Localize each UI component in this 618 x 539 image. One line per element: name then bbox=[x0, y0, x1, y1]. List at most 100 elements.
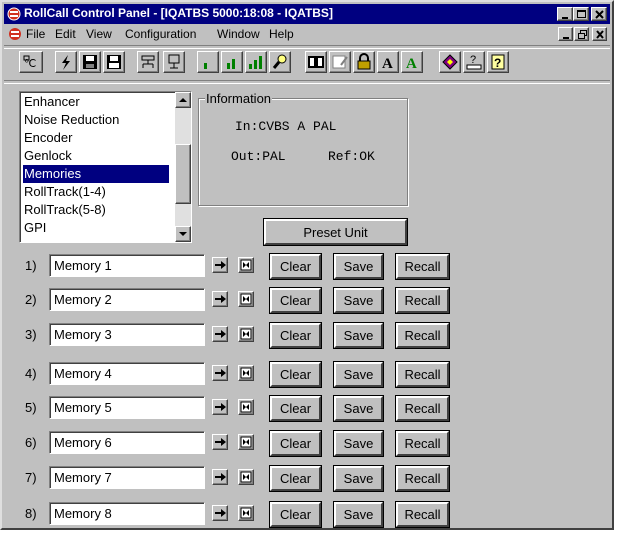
clear-button[interactable]: Clear bbox=[269, 253, 322, 280]
scroll-down-button[interactable] bbox=[175, 226, 191, 242]
help-button[interactable]: ? bbox=[487, 51, 509, 73]
recall-button[interactable]: Recall bbox=[395, 361, 450, 388]
skip-button[interactable] bbox=[238, 399, 254, 415]
listbox-scrollbar[interactable] bbox=[175, 92, 191, 242]
skip-button[interactable] bbox=[238, 291, 254, 307]
lightning-button[interactable] bbox=[55, 51, 77, 73]
title-bar[interactable]: RollCall Control Panel - [IQATBS 5000:18… bbox=[4, 4, 610, 24]
save-memory-button[interactable]: Save bbox=[333, 395, 384, 422]
load-button[interactable] bbox=[212, 505, 228, 521]
memory-name-input[interactable]: Memory 8 bbox=[49, 502, 205, 525]
clear-button[interactable]: Clear bbox=[269, 322, 322, 349]
recall-button[interactable]: Recall bbox=[395, 430, 450, 457]
skip-icon bbox=[240, 436, 252, 448]
memory-name-input[interactable]: Memory 1 bbox=[49, 254, 205, 277]
save-all-button[interactable] bbox=[103, 51, 125, 73]
manual-button[interactable] bbox=[439, 51, 461, 73]
clear-button[interactable]: Clear bbox=[269, 430, 322, 457]
search-button[interactable] bbox=[269, 51, 291, 73]
clear-button[interactable]: Clear bbox=[269, 287, 322, 314]
connect-button[interactable]: ℃ bbox=[19, 51, 43, 73]
signal-mid-button[interactable] bbox=[221, 51, 243, 73]
close-button[interactable] bbox=[591, 7, 607, 21]
list-item[interactable]: Encoder bbox=[23, 129, 169, 147]
network-button[interactable] bbox=[137, 51, 159, 73]
load-button[interactable] bbox=[212, 257, 228, 273]
save-memory-button[interactable]: Save bbox=[333, 501, 384, 528]
preset-unit-button[interactable]: Preset Unit bbox=[263, 218, 408, 246]
menu-edit[interactable]: Edit bbox=[55, 27, 76, 41]
menu-configuration[interactable]: Configuration bbox=[125, 27, 196, 41]
signal-high-button[interactable] bbox=[245, 51, 267, 73]
memory-name-input[interactable]: Memory 2 bbox=[49, 288, 205, 311]
save-memory-button[interactable]: Save bbox=[333, 430, 384, 457]
clear-button[interactable]: Clear bbox=[269, 501, 322, 528]
lock-button[interactable] bbox=[353, 51, 375, 73]
document-icon[interactable] bbox=[8, 27, 22, 41]
maximize-button[interactable] bbox=[573, 7, 589, 21]
list-item[interactable]: GPI bbox=[23, 219, 169, 237]
minimize-button[interactable] bbox=[557, 7, 573, 21]
category-listbox[interactable]: Enhancer Noise Reduction Encoder Genlock… bbox=[19, 91, 192, 243]
mdi-minimize-button[interactable] bbox=[558, 27, 573, 41]
skip-button[interactable] bbox=[238, 434, 254, 450]
menu-help[interactable]: Help bbox=[269, 27, 294, 41]
load-button[interactable] bbox=[212, 399, 228, 415]
menu-file[interactable]: File bbox=[26, 27, 45, 41]
save-memory-button[interactable]: Save bbox=[333, 322, 384, 349]
memory-name-input[interactable]: Memory 4 bbox=[49, 362, 205, 385]
skip-button[interactable] bbox=[238, 505, 254, 521]
skip-icon bbox=[240, 293, 252, 305]
save-memory-button[interactable]: Save bbox=[333, 465, 384, 492]
recall-button[interactable]: Recall bbox=[395, 395, 450, 422]
list-item[interactable]: Noise Reduction bbox=[23, 111, 169, 129]
list-item[interactable]: Enhancer bbox=[23, 93, 169, 111]
lightning-icon bbox=[62, 55, 70, 70]
list-item[interactable]: RollTrack(1-4) bbox=[23, 183, 169, 201]
clear-button[interactable]: Clear bbox=[269, 465, 322, 492]
scroll-thumb[interactable] bbox=[175, 144, 191, 204]
mdi-restore-button[interactable] bbox=[574, 27, 589, 41]
memory-name-input[interactable]: Memory 6 bbox=[49, 431, 205, 454]
load-button[interactable] bbox=[212, 365, 228, 381]
list-item-selected[interactable]: Memories bbox=[23, 165, 169, 183]
memory-number: 1) bbox=[25, 258, 37, 273]
recall-button[interactable]: Recall bbox=[395, 501, 450, 528]
device-button[interactable] bbox=[163, 51, 185, 73]
memory-name-input[interactable]: Memory 5 bbox=[49, 396, 205, 419]
font-green-button[interactable]: A bbox=[401, 51, 423, 73]
skip-icon bbox=[240, 471, 252, 483]
save-button[interactable] bbox=[79, 51, 101, 73]
notes-button[interactable] bbox=[329, 51, 351, 73]
mdi-close-button[interactable] bbox=[592, 27, 607, 41]
list-item[interactable]: RollTrack(5-8) bbox=[23, 201, 169, 219]
skip-button[interactable] bbox=[238, 365, 254, 381]
menu-window[interactable]: Window bbox=[217, 27, 260, 41]
recall-button[interactable]: Recall bbox=[395, 253, 450, 280]
clear-button[interactable]: Clear bbox=[269, 395, 322, 422]
skip-button[interactable] bbox=[238, 326, 254, 342]
menu-bar: File Edit View Configuration Window Help bbox=[4, 25, 610, 44]
list-item[interactable]: Genlock bbox=[23, 147, 169, 165]
scroll-up-button[interactable] bbox=[175, 92, 191, 108]
memory-name-input[interactable]: Memory 7 bbox=[49, 466, 205, 489]
load-button[interactable] bbox=[212, 291, 228, 307]
menu-view[interactable]: View bbox=[86, 27, 112, 41]
memory-name-input[interactable]: Memory 3 bbox=[49, 323, 205, 346]
signal-low-button[interactable] bbox=[197, 51, 219, 73]
save-memory-button[interactable]: Save bbox=[333, 361, 384, 388]
load-button[interactable] bbox=[212, 469, 228, 485]
recall-button[interactable]: Recall bbox=[395, 287, 450, 314]
font-black-button[interactable]: A bbox=[377, 51, 399, 73]
keyboard-button[interactable]: ? bbox=[463, 51, 485, 73]
save-memory-button[interactable]: Save bbox=[333, 253, 384, 280]
load-button[interactable] bbox=[212, 434, 228, 450]
skip-button[interactable] bbox=[238, 469, 254, 485]
save-memory-button[interactable]: Save bbox=[333, 287, 384, 314]
skip-button[interactable] bbox=[238, 257, 254, 273]
recall-button[interactable]: Recall bbox=[395, 322, 450, 349]
clear-button[interactable]: Clear bbox=[269, 361, 322, 388]
book-button[interactable] bbox=[305, 51, 327, 73]
load-button[interactable] bbox=[212, 326, 228, 342]
recall-button[interactable]: Recall bbox=[395, 465, 450, 492]
